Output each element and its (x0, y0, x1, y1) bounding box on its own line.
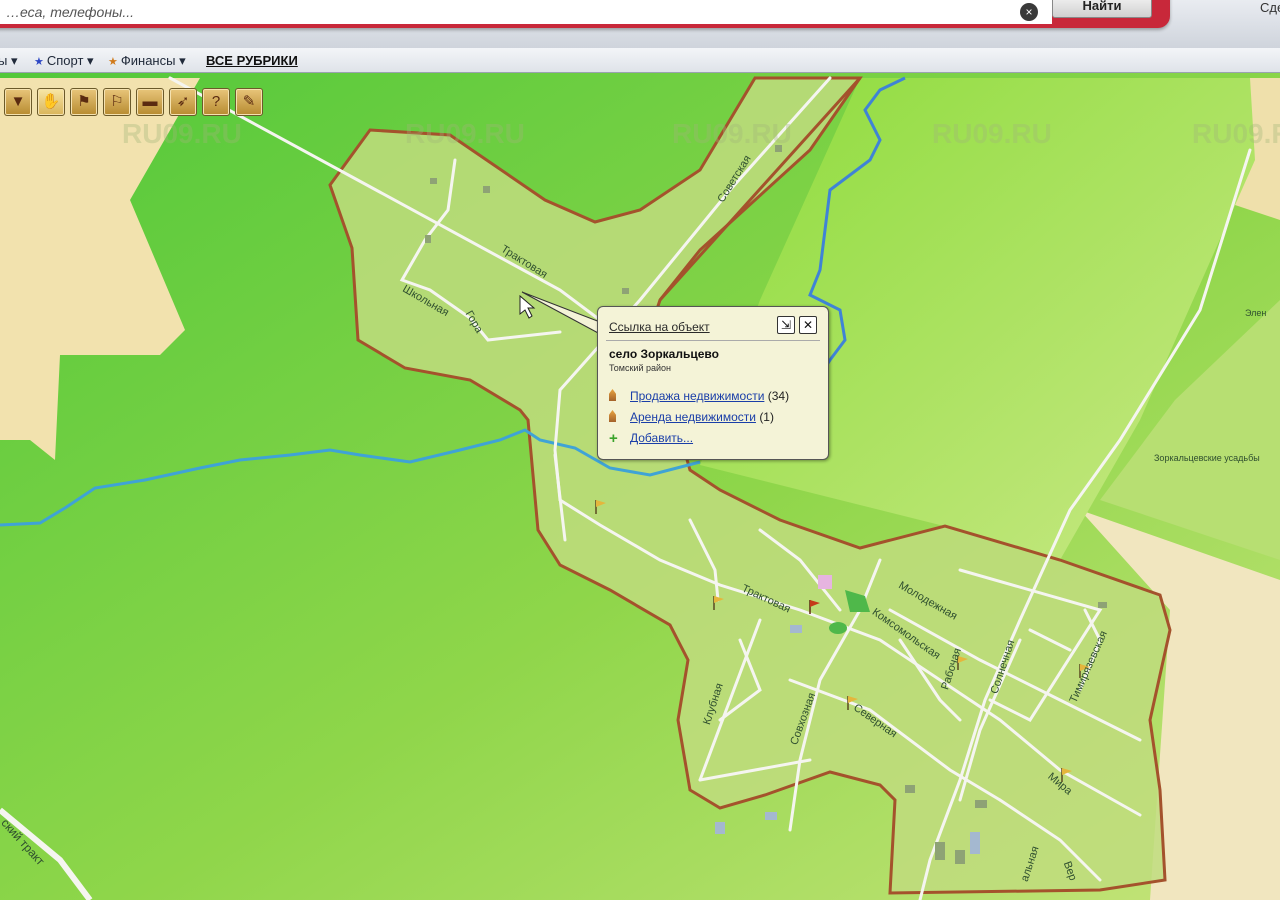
area-label: Элен (1245, 308, 1267, 318)
rubric-sport[interactable]: ★ Спорт ▾ (34, 53, 94, 69)
watermark: RU09.RU (405, 118, 525, 149)
corner-link[interactable]: Сде (1260, 0, 1280, 15)
route-icon[interactable]: ➶ (169, 88, 197, 116)
zoom-glass-icon[interactable]: ▼ (4, 88, 32, 116)
help-icon[interactable]: ? (202, 88, 230, 116)
rubrics-bar: ы ▾ ★ Спорт ▾ ★ Финансы ▾ ВСЕ РУБРИКИ (0, 48, 1280, 73)
star-icon: ★ (108, 56, 118, 68)
close-icon[interactable]: ✕ (799, 316, 817, 334)
houses-icon (609, 410, 616, 422)
hand-pan-icon[interactable]: ✋ (37, 88, 65, 116)
object-popup: Ссылка на объект ⇲ ✕ село Зоркальцево То… (597, 306, 829, 460)
plus-icon: + (609, 430, 618, 447)
add-link[interactable]: + Добавить... (609, 430, 693, 447)
place-name: село Зоркальцево (609, 347, 719, 361)
rubric-all[interactable]: ВСЕ РУБРИКИ (206, 53, 298, 68)
watermark: RU09.RU (1192, 118, 1280, 149)
houses-icon (609, 389, 616, 401)
search-input[interactable]: …еса, телефоны... (0, 0, 1052, 24)
search-bar: …еса, телефоны... × (0, 0, 1170, 28)
ruler-icon[interactable]: ▬ (136, 88, 164, 116)
pin-icon[interactable]: ⇲ (777, 316, 795, 334)
area-label: Зоркальцевские усадьбы (1154, 453, 1260, 463)
rubric-finance[interactable]: ★ Финансы ▾ (108, 53, 186, 69)
eraser-icon[interactable]: ✎ (235, 88, 263, 116)
map-graphics (0, 73, 1280, 900)
top-bar: …еса, телефоны... × Найти Сде (0, 0, 1280, 48)
map-canvas[interactable]: RU09.RU RU09.RU RU09.RU RU09.RU RU09.RU … (0, 73, 1280, 900)
close-icon[interactable]: × (1020, 3, 1038, 21)
popup-title-link[interactable]: Ссылка на объект (609, 320, 710, 334)
watermark: RU09.RU (932, 118, 1052, 149)
rubric-item[interactable]: ы ▾ (0, 53, 17, 69)
rent-link[interactable]: Аренда недвижимости (1) (609, 410, 774, 424)
watermark: RU09.RU (672, 118, 792, 149)
flag-remove-icon[interactable]: ⚐ (103, 88, 131, 116)
place-district: Томский район (609, 363, 671, 373)
search-button[interactable]: Найти (1052, 0, 1152, 18)
sale-link[interactable]: Продажа недвижимости (34) (609, 389, 789, 403)
divider (606, 340, 820, 341)
watermark: RU09.RU (122, 118, 242, 149)
flag-icon[interactable]: ⚑ (70, 88, 98, 116)
star-icon: ★ (34, 56, 44, 68)
